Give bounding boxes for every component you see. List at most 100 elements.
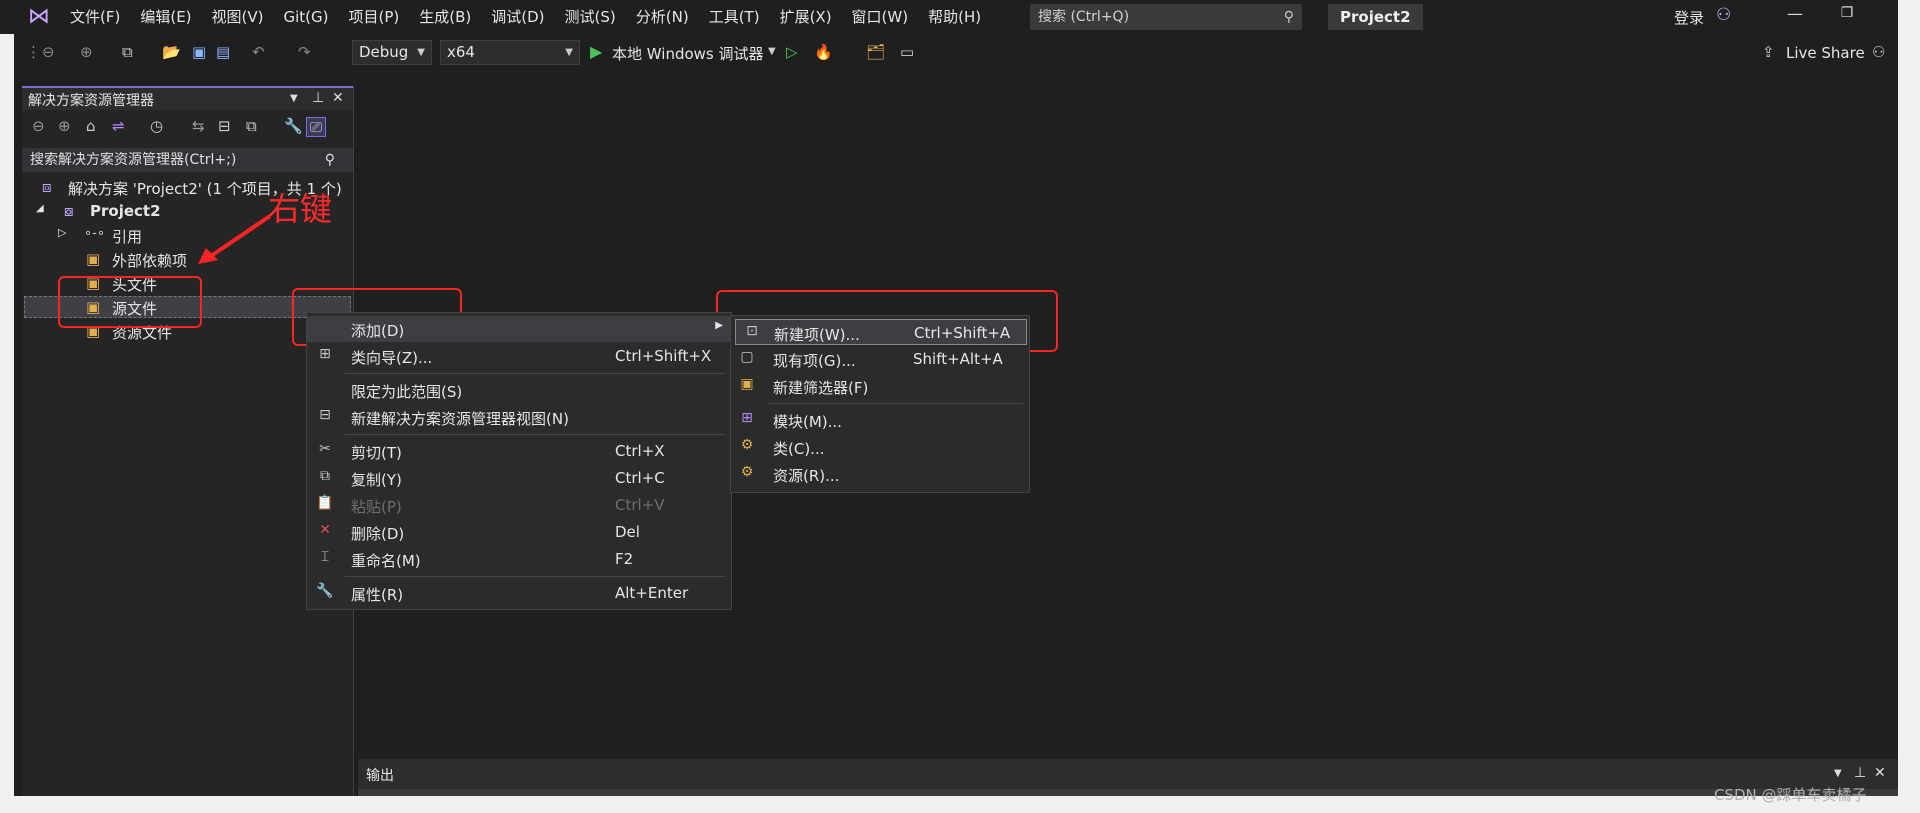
menu-item-new-view[interactable]: ⊟ 新建解决方案资源管理器视图(N) — [307, 404, 731, 430]
solution-search-input[interactable]: 搜索解决方案资源管理器(Ctrl+;) ⚲ — [22, 148, 353, 172]
menu-item-properties[interactable]: 🔧 属性(R) Alt+Enter — [307, 580, 731, 606]
menu-extensions[interactable]: 扩展(X) — [770, 6, 842, 28]
properties-icon[interactable]: 🔧 — [284, 117, 303, 135]
solution-search-placeholder: 搜索解决方案资源管理器(Ctrl+;) — [30, 152, 237, 168]
window-layout-icon[interactable]: ▭ — [900, 42, 914, 62]
menu-item-delete[interactable]: ✕ 删除(D) Del — [307, 519, 731, 545]
menu-tools[interactable]: 工具(T) — [699, 6, 770, 28]
forward-icon[interactable]: ⊕ — [80, 42, 93, 62]
menu-item-cut[interactable]: ✂ 剪切(T) Ctrl+X — [307, 438, 731, 464]
hot-reload-icon[interactable]: 🔥 — [814, 42, 833, 62]
menu-debug[interactable]: 调试(D) — [481, 6, 554, 28]
undo-icon[interactable]: ↶ — [252, 42, 265, 62]
preview-icon[interactable]: ⎚ — [306, 117, 327, 137]
expand-arrow-icon[interactable]: ◢ — [36, 203, 44, 214]
submenu-resource-label: 资源(R)... — [773, 467, 840, 485]
submenu-new-item-shortcut: Ctrl+Shift+A — [914, 324, 1011, 342]
account-icon[interactable]: ⚇ — [1716, 5, 1731, 25]
collapse-all-icon[interactable]: ⊟ — [218, 117, 231, 135]
start-debug-icon[interactable]: ▶ — [590, 42, 602, 61]
submenu-module[interactable]: ⊞ 模块(M)... — [731, 407, 1029, 433]
tree-external-deps[interactable]: 外部依赖项 — [112, 250, 187, 271]
menu-test[interactable]: 测试(S) — [555, 6, 626, 28]
watermark: CSDN @踩单车卖橘子 — [1714, 786, 1867, 804]
panel-dropdown-icon[interactable]: ▼ — [1834, 768, 1842, 779]
menu-bar: 文件(F) 编辑(E) 视图(V) Git(G) 项目(P) 生成(B) 调试(… — [60, 6, 991, 28]
submenu-new-filter-label: 新建筛选器(F) — [773, 379, 869, 397]
collapse-arrow-icon[interactable]: ▷ — [58, 226, 66, 239]
menu-item-cut-shortcut: Ctrl+X — [615, 442, 665, 460]
submenu-module-label: 模块(M)... — [773, 413, 842, 431]
menu-separator — [767, 403, 1023, 404]
run-dropdown-icon[interactable]: ▼ — [768, 42, 776, 62]
menu-item-delete-label: 删除(D) — [351, 525, 405, 543]
redo-icon[interactable]: ↷ — [298, 42, 311, 62]
menu-item-add[interactable]: 添加(D) ▶ — [307, 316, 731, 342]
menu-file[interactable]: 文件(F) — [60, 6, 130, 28]
home-icon[interactable]: ⌂ — [86, 117, 96, 135]
submenu-new-filter[interactable]: ▣ 新建筛选器(F) — [731, 373, 1029, 399]
output-panel-title: 输出 — [366, 768, 394, 784]
menu-item-copy[interactable]: ⧉ 复制(Y) Ctrl+C — [307, 465, 731, 491]
output-panel-titlebar: 输出 ▼ ⊥ ✕ — [358, 759, 1898, 789]
menu-item-properties-label: 属性(R) — [351, 586, 404, 604]
rename-icon: ⌶ — [320, 549, 330, 565]
menu-help[interactable]: 帮助(H) — [918, 6, 991, 28]
menu-item-class-wizard-shortcut: Ctrl+Shift+X — [615, 347, 712, 365]
save-all-icon[interactable]: ▤ — [216, 42, 230, 62]
panel-dropdown-icon[interactable]: ▼ — [290, 93, 298, 104]
show-all-files-icon[interactable]: ⧉ — [246, 117, 257, 135]
solution-folder-icon[interactable]: 🗂 — [866, 42, 885, 62]
restore-button[interactable]: ❐ — [1832, 5, 1862, 21]
save-icon[interactable]: ▣ — [192, 42, 206, 62]
menu-view[interactable]: 视图(V) — [202, 6, 274, 28]
sync-icon[interactable]: ⇆ — [192, 117, 205, 135]
tree-project[interactable]: Project2 — [90, 202, 161, 220]
forward-icon[interactable]: ⊕ — [58, 117, 71, 135]
configuration-select[interactable]: Debug ▼ — [352, 40, 432, 65]
signin-link[interactable]: 登录 — [1674, 7, 1704, 28]
menu-build[interactable]: 生成(B) — [409, 6, 481, 28]
menu-project[interactable]: 项目(P) — [339, 6, 410, 28]
tree-references[interactable]: 引用 — [112, 226, 142, 247]
back-icon[interactable]: ⊖ — [32, 117, 45, 135]
menu-item-class-wizard[interactable]: ⊞ 类向导(Z)... Ctrl+Shift+X — [307, 343, 731, 369]
close-icon[interactable]: ✕ — [1874, 765, 1886, 781]
submenu-existing-item[interactable]: ▢ 现有项(G)... Shift+Alt+A — [731, 346, 1029, 372]
pin-icon[interactable]: ⊥ — [1854, 765, 1866, 781]
open-folder-icon[interactable]: 📂 — [162, 42, 181, 62]
back-icon[interactable]: ⊖ — [42, 42, 55, 62]
menu-separator — [345, 373, 725, 374]
scissors-icon: ✂ — [319, 441, 331, 457]
menu-git[interactable]: Git(G) — [274, 6, 339, 28]
platform-select[interactable]: x64 ▼ — [440, 40, 580, 65]
menu-item-scope[interactable]: 限定为此范围(S) — [307, 377, 731, 403]
submenu-class[interactable]: ⚙ 类(C)... — [731, 434, 1029, 460]
menu-analyze[interactable]: 分析(N) — [626, 6, 699, 28]
global-search-input[interactable]: 搜索 (Ctrl+Q) ⚲ — [1030, 4, 1302, 30]
live-share-button[interactable]: Live Share — [1786, 44, 1865, 62]
switch-views-icon[interactable]: ⇌ — [112, 117, 125, 135]
output-panel-toolbar — [358, 789, 1898, 796]
menu-window[interactable]: 窗口(W) — [842, 6, 919, 28]
submenu-resource[interactable]: ⚙ 资源(R)... — [731, 461, 1029, 487]
annotation-arrow — [198, 214, 272, 264]
start-without-debug-icon[interactable]: ▷ — [786, 42, 798, 62]
submenu-new-item-label: 新建项(W)... — [774, 326, 860, 344]
menu-item-rename[interactable]: ⌶ 重命名(M) F2 — [307, 546, 731, 572]
solution-icon: ⧈ — [42, 178, 52, 196]
menu-item-paste-shortcut: Ctrl+V — [615, 496, 665, 514]
new-item-icon: ⊡ — [746, 323, 758, 339]
minimize-button[interactable]: — — [1780, 4, 1810, 23]
new-project-icon[interactable]: ⧉ — [122, 42, 133, 62]
pin-icon[interactable]: ⊥ — [312, 90, 324, 106]
submenu-new-item[interactable]: ⊡ 新建项(W)... Ctrl+Shift+A — [735, 319, 1027, 345]
live-share-icon[interactable]: ⇪ — [1762, 42, 1775, 62]
pending-changes-icon[interactable]: ◷ — [150, 117, 163, 135]
feedback-icon[interactable]: ⚇ — [1872, 42, 1885, 62]
resource-icon: ⚙ — [740, 464, 754, 480]
menu-item-scope-label: 限定为此范围(S) — [351, 383, 463, 401]
run-debugger-button[interactable]: 本地 Windows 调试器 — [612, 43, 764, 64]
close-icon[interactable]: ✕ — [332, 90, 344, 106]
menu-edit[interactable]: 编辑(E) — [130, 6, 201, 28]
